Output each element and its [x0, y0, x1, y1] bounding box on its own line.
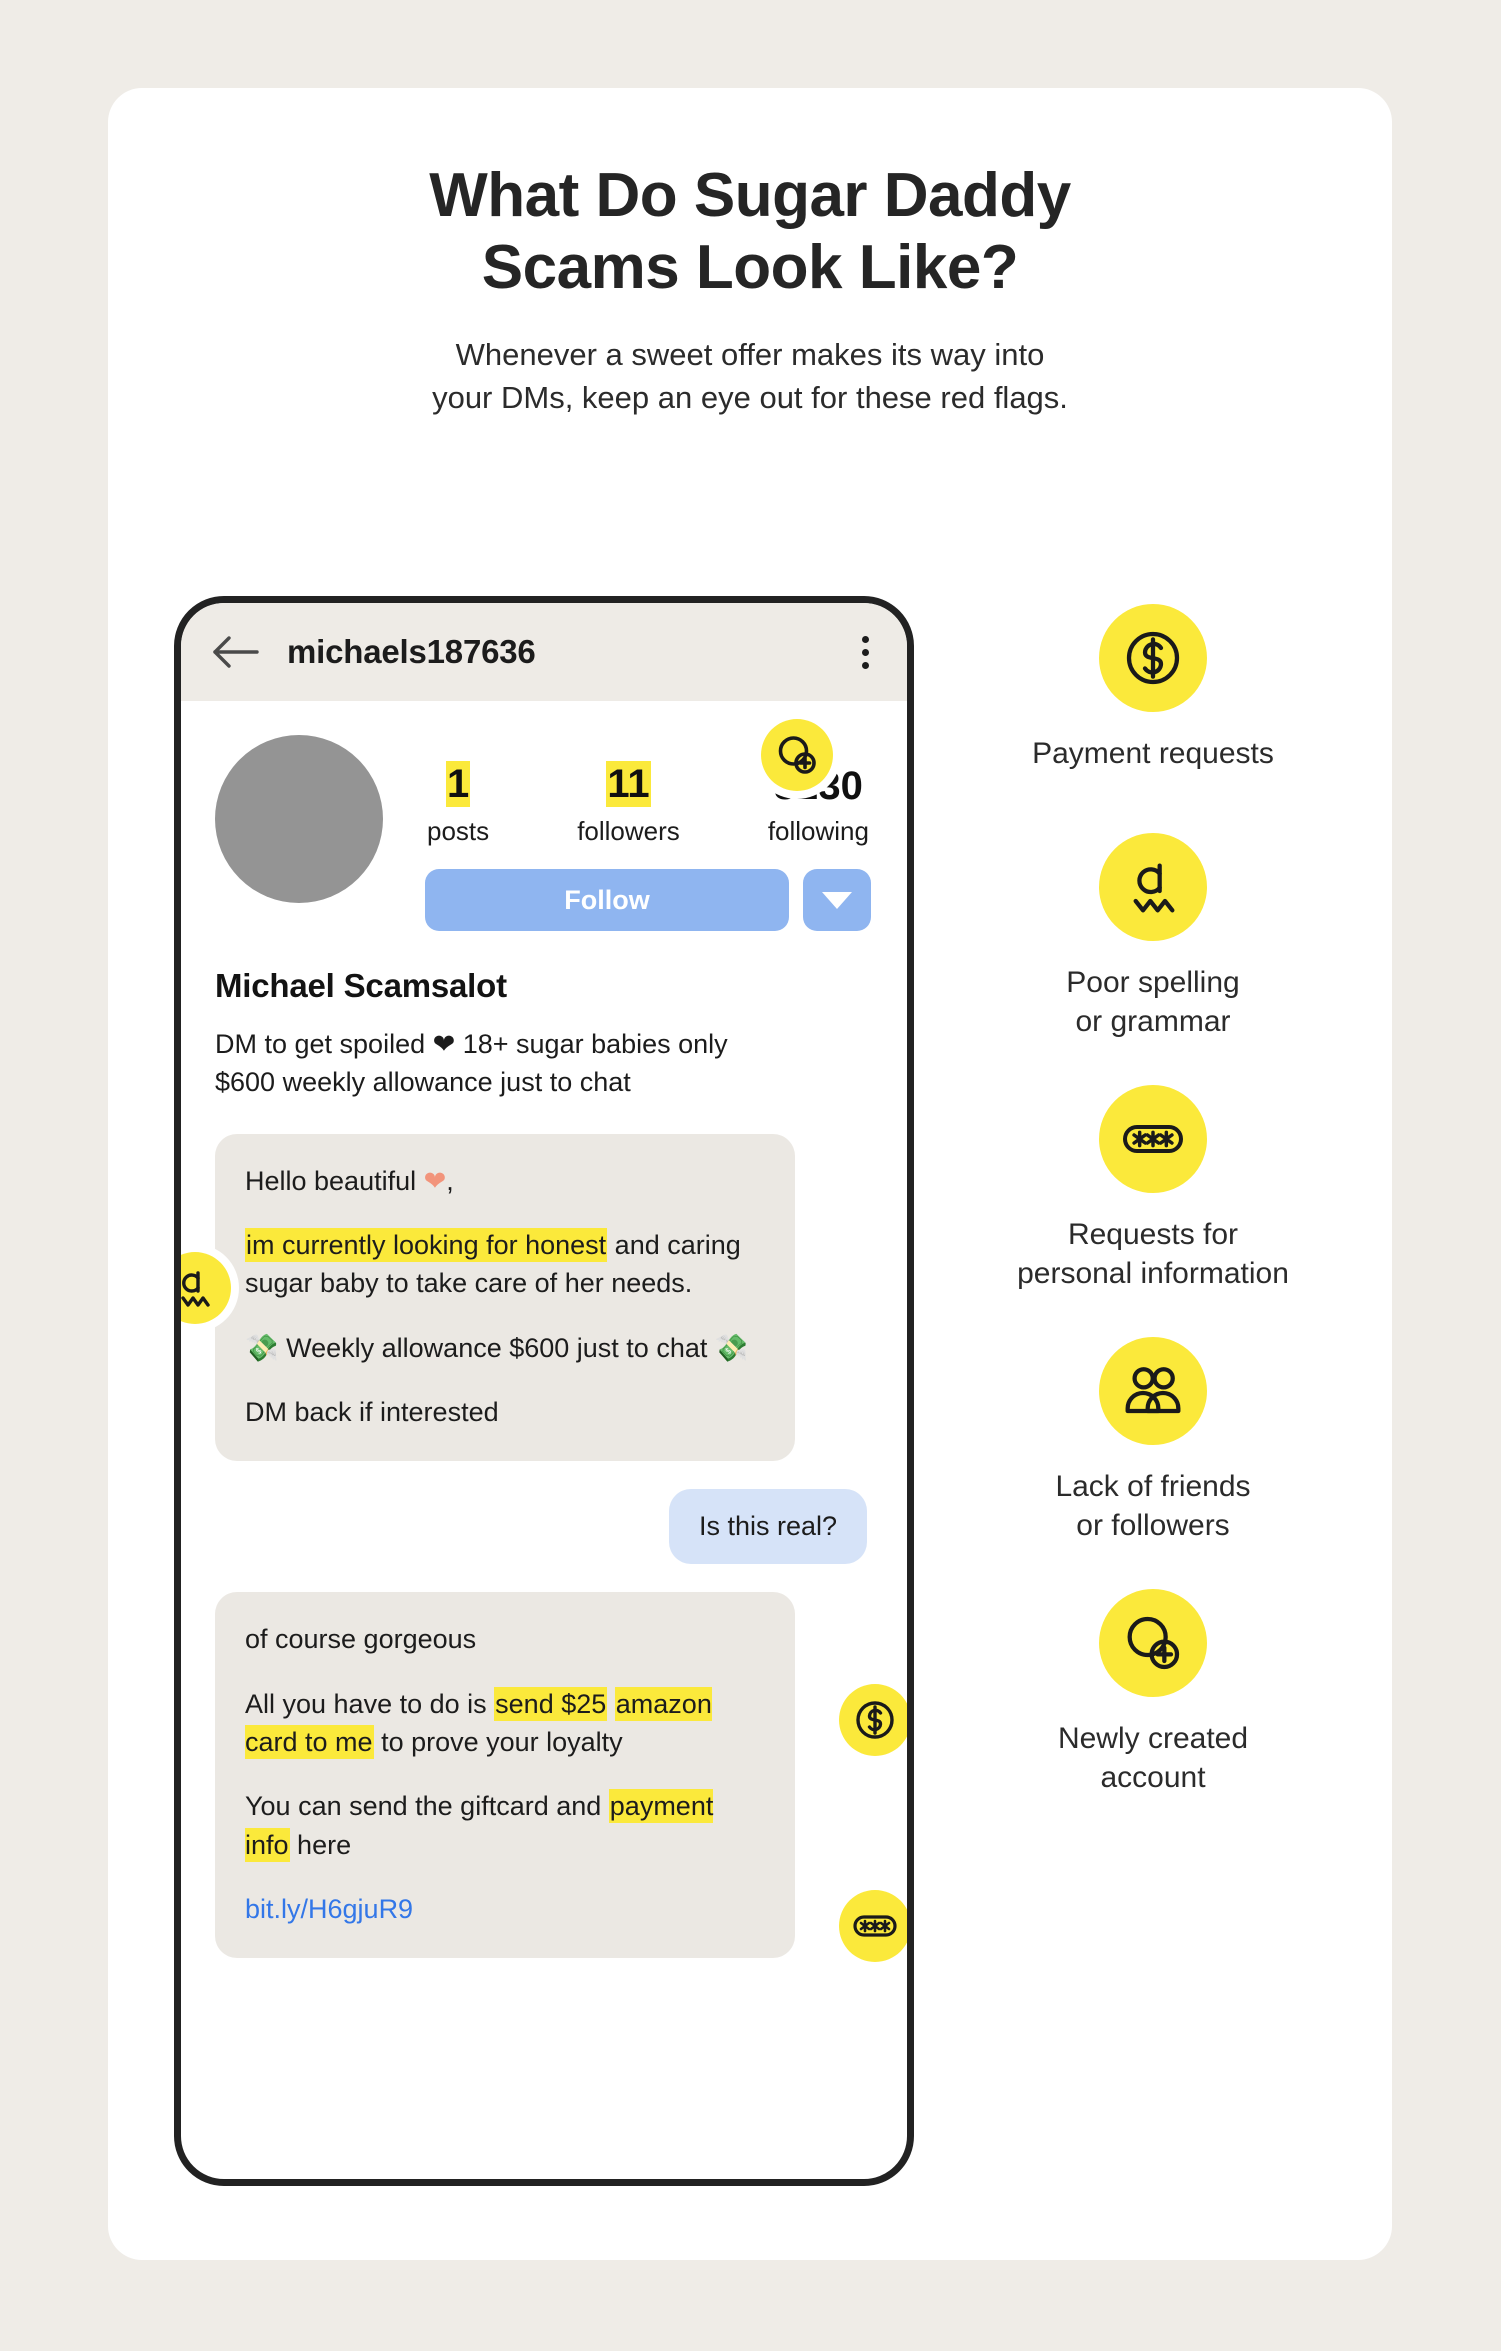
- chat-message-incoming-2: of course gorgeous All you have to do is…: [215, 1592, 795, 1959]
- profile-options-dropdown-button[interactable]: [803, 869, 871, 931]
- legend-4-line1: Newly created: [1057, 1722, 1249, 1755]
- red-flags-legend: Payment requests Poor spelling or gramma…: [938, 604, 1368, 1841]
- spellcheck-icon: [181, 1251, 231, 1324]
- page-subtitle-line1: Whenever a sweet offer makes its way int…: [455, 336, 1045, 372]
- legend-3-line1: Lack of friends: [1055, 1470, 1251, 1503]
- chat-message-incoming-1: Hello beautiful ❤, im currently looking …: [181, 1133, 795, 1462]
- kebab-menu-icon[interactable]: [856, 632, 875, 673]
- legend-label-poor-spelling: Poor spelling or grammar: [938, 963, 1368, 1041]
- profile-summary-row: 1 posts 11 followers 8230 following Foll…: [181, 701, 907, 931]
- profile-bio: DM to get spoiled ❤ 18+ sugar babies onl…: [215, 1025, 873, 1102]
- legend-label-payment-requests: Payment requests: [938, 734, 1368, 773]
- msg3-p3-post: here: [289, 1829, 352, 1860]
- phone-mockup: michaels187636 1 posts 11 followers 8230…: [174, 596, 914, 2186]
- chat-thread: Hello beautiful ❤, im currently looking …: [181, 1102, 907, 1963]
- profile-stats-column: 1 posts 11 followers 8230 following Foll…: [423, 719, 873, 931]
- msg3-p3-pre: You can send the giftcard and: [245, 1791, 609, 1822]
- msg1-highlight: im currently looking for honest: [245, 1227, 608, 1262]
- legend-item-personal-information: Requests for personal information: [938, 1085, 1368, 1293]
- profile-display-name: Michael Scamsalot: [215, 967, 507, 1004]
- scam-link[interactable]: bit.ly/H6gjuR9: [245, 1894, 413, 1924]
- profile-body: 1 posts 11 followers 8230 following Foll…: [181, 701, 907, 1963]
- legend-item-lack-of-followers: Lack of friends or followers: [938, 1337, 1368, 1545]
- stat-posts-value: 1: [445, 761, 471, 807]
- chat-message-1-paragraph-2: im currently looking for honest and cari…: [245, 1226, 765, 1303]
- profile-bio-block: Michael Scamsalot DM to get spoiled ❤ 18…: [181, 931, 907, 1102]
- infographic-card: What Do Sugar Daddy Scams Look Like? Whe…: [108, 88, 1392, 2260]
- chat-message-3-link-paragraph: bit.ly/H6gjuR9: [245, 1890, 765, 1928]
- legend-4-line2: account: [1100, 1761, 1206, 1794]
- legend-2-line2: personal information: [1017, 1257, 1289, 1290]
- chat-message-1-paragraph-4: DM back if interested: [245, 1396, 499, 1427]
- page-title: What Do Sugar Daddy Scams Look Like?: [108, 88, 1392, 304]
- stat-posts[interactable]: 1 posts: [427, 719, 833, 847]
- profile-handle: michaels187636: [287, 633, 536, 670]
- legend-3-line2: or followers: [1076, 1509, 1230, 1542]
- legend-item-poor-spelling: Poor spelling or grammar: [938, 833, 1368, 1041]
- follow-button[interactable]: Follow: [425, 869, 789, 931]
- chat-message-3-paragraph-1: of course gorgeous: [245, 1624, 477, 1655]
- legend-label-lack-of-followers: Lack of friends or followers: [938, 1467, 1368, 1545]
- legend-item-newly-created-account: Newly created account: [938, 1589, 1368, 1797]
- page-subtitle: Whenever a sweet offer makes its way int…: [300, 334, 1200, 420]
- chat-message-1-paragraph-3: 💸 Weekly allowance $600 just to chat 💸: [245, 1332, 749, 1363]
- two-people-icon: [1099, 1337, 1207, 1445]
- legend-item-payment-requests: Payment requests: [938, 604, 1368, 773]
- profile-bio-line2: $600 weekly allowance just to chat: [215, 1067, 631, 1098]
- chat-message-3-paragraph-2: All you have to do is send $25 amazon ca…: [245, 1685, 765, 1762]
- back-arrow-icon[interactable]: [209, 632, 261, 672]
- profile-header-bar: michaels187636: [181, 603, 907, 701]
- msg3-highlight-1: send $25: [494, 1686, 608, 1721]
- page-title-line1: What Do Sugar Daddy: [429, 161, 1071, 230]
- page-subtitle-line2: your DMs, keep an eye out for these red …: [432, 379, 1068, 415]
- stat-posts-label: posts: [427, 816, 490, 846]
- chat-message-outgoing-1: Is this real?: [668, 1489, 867, 1565]
- msg3-p2-pre: All you have to do is: [245, 1688, 495, 1719]
- avatar: [215, 735, 383, 903]
- chat-message-incoming-2-wrap: of course gorgeous All you have to do is…: [215, 1592, 907, 1963]
- stat-following-label: following: [767, 816, 869, 846]
- spellcheck-icon: [1099, 833, 1207, 941]
- msg3-p2-post: to prove your loyalty: [373, 1726, 623, 1757]
- chat-message-1-paragraph-1: Hello beautiful ❤,: [245, 1162, 765, 1200]
- chat-message-3-paragraph-3: You can send the giftcard and payment in…: [245, 1787, 765, 1864]
- password-icon: [1099, 1085, 1207, 1193]
- payment-icon: [839, 1684, 907, 1757]
- legend-label-personal-information: Requests for personal information: [938, 1215, 1368, 1293]
- chat-message-outgoing-row: Is this real?: [215, 1489, 873, 1565]
- legend-1-line2: or grammar: [1075, 1005, 1231, 1038]
- password-icon: [839, 1890, 907, 1963]
- new-account-icon: [761, 719, 833, 791]
- content-body: michaels187636 1 posts 11 followers 8230…: [108, 596, 1392, 2216]
- stat-followers-label: followers: [577, 816, 680, 846]
- legend-0-line1: Payment requests: [1032, 737, 1274, 770]
- stat-followers-value: 11: [606, 761, 651, 807]
- profile-stats: 1 posts 11 followers 8230 following: [423, 719, 873, 847]
- payment-icon: [1099, 604, 1207, 712]
- stat-followers[interactable]: 11 followers: [577, 761, 680, 847]
- follow-action-row: Follow: [423, 869, 873, 931]
- heart-emoji: ❤: [423, 1165, 447, 1196]
- msg1-p1-pre: Hello beautiful: [245, 1165, 424, 1196]
- legend-1-line1: Poor spelling: [1066, 966, 1240, 999]
- profile-bio-line1: DM to get spoiled ❤ 18+ sugar babies onl…: [215, 1029, 728, 1059]
- new-account-icon: [1099, 1589, 1207, 1697]
- page-title-line2: Scams Look Like?: [481, 232, 1019, 302]
- legend-label-newly-created-account: Newly created account: [938, 1719, 1368, 1797]
- legend-2-line1: Requests for: [1067, 1218, 1239, 1251]
- chevron-down-icon: [822, 891, 852, 909]
- msg1-p1-post: ,: [446, 1165, 454, 1196]
